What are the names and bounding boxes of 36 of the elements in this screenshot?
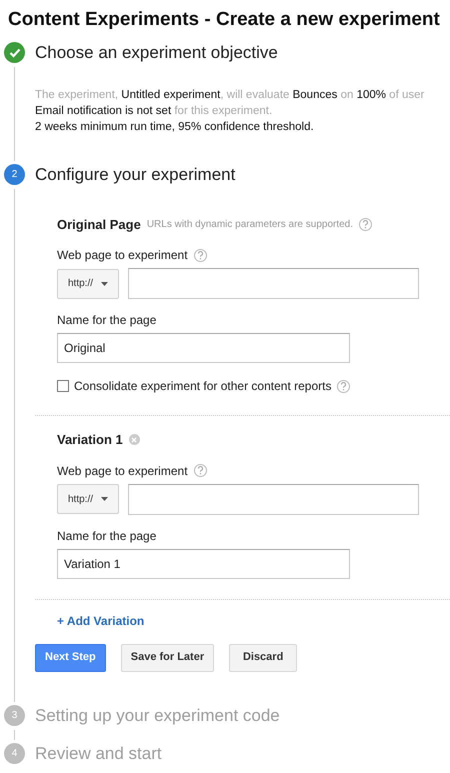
step-title: Choose an experiment objective	[35, 42, 278, 64]
field-label: Name for the page	[57, 312, 158, 329]
caret-icon	[101, 497, 108, 501]
field-label: Web page to experiment	[57, 247, 188, 264]
page-title: Variation 1	[57, 431, 123, 449]
step-number: 3	[4, 705, 25, 726]
step-number: 2	[4, 164, 25, 185]
checkbox[interactable]	[57, 380, 69, 392]
name-field[interactable]: Original	[57, 333, 350, 363]
protocol-dropdown[interactable]: http://	[57, 484, 119, 514]
name-field[interactable]: Variation 1	[57, 548, 350, 578]
field-label: Web page to experiment	[57, 462, 188, 480]
step-title: Configure your experiment	[35, 164, 236, 186]
summary-line: The experiment, Untitled experiment, will evaluate Bounces on 100% of user	[35, 88, 426, 102]
action-button[interactable]: Discard	[229, 644, 298, 672]
help-icon[interactable]	[337, 380, 350, 392]
help-icon[interactable]	[194, 464, 207, 477]
add-variation-link[interactable]: + Add Variation	[57, 612, 144, 630]
step-title: Setting up your experiment code	[35, 704, 280, 727]
help-icon[interactable]	[359, 218, 372, 231]
remove-icon[interactable]	[128, 434, 140, 446]
step-number: 4	[4, 743, 25, 764]
summary-line: Email notification is not set for this experiment.	[35, 104, 274, 118]
url-field[interactable]	[128, 268, 419, 299]
caret-icon	[101, 282, 108, 286]
summary-line: 2 weeks minimum run time, 95% confidence threshold.	[35, 120, 315, 134]
page-title-heading: Content Experiments - Create a new experiment	[8, 8, 441, 32]
field-label: Name for the page	[57, 528, 158, 544]
url-field[interactable]	[128, 484, 419, 514]
protocol-dropdown[interactable]: http://	[57, 268, 119, 298]
help-icon[interactable]	[194, 248, 207, 262]
step-title: Review and start	[35, 742, 162, 765]
page-note: URLs with dynamic parameters are supported.	[146, 218, 354, 232]
page-title: Original Page	[57, 216, 141, 234]
action-button[interactable]: Save for Later	[120, 644, 214, 672]
checkbox-label: Consolidate experiment for other content reports	[74, 378, 332, 395]
